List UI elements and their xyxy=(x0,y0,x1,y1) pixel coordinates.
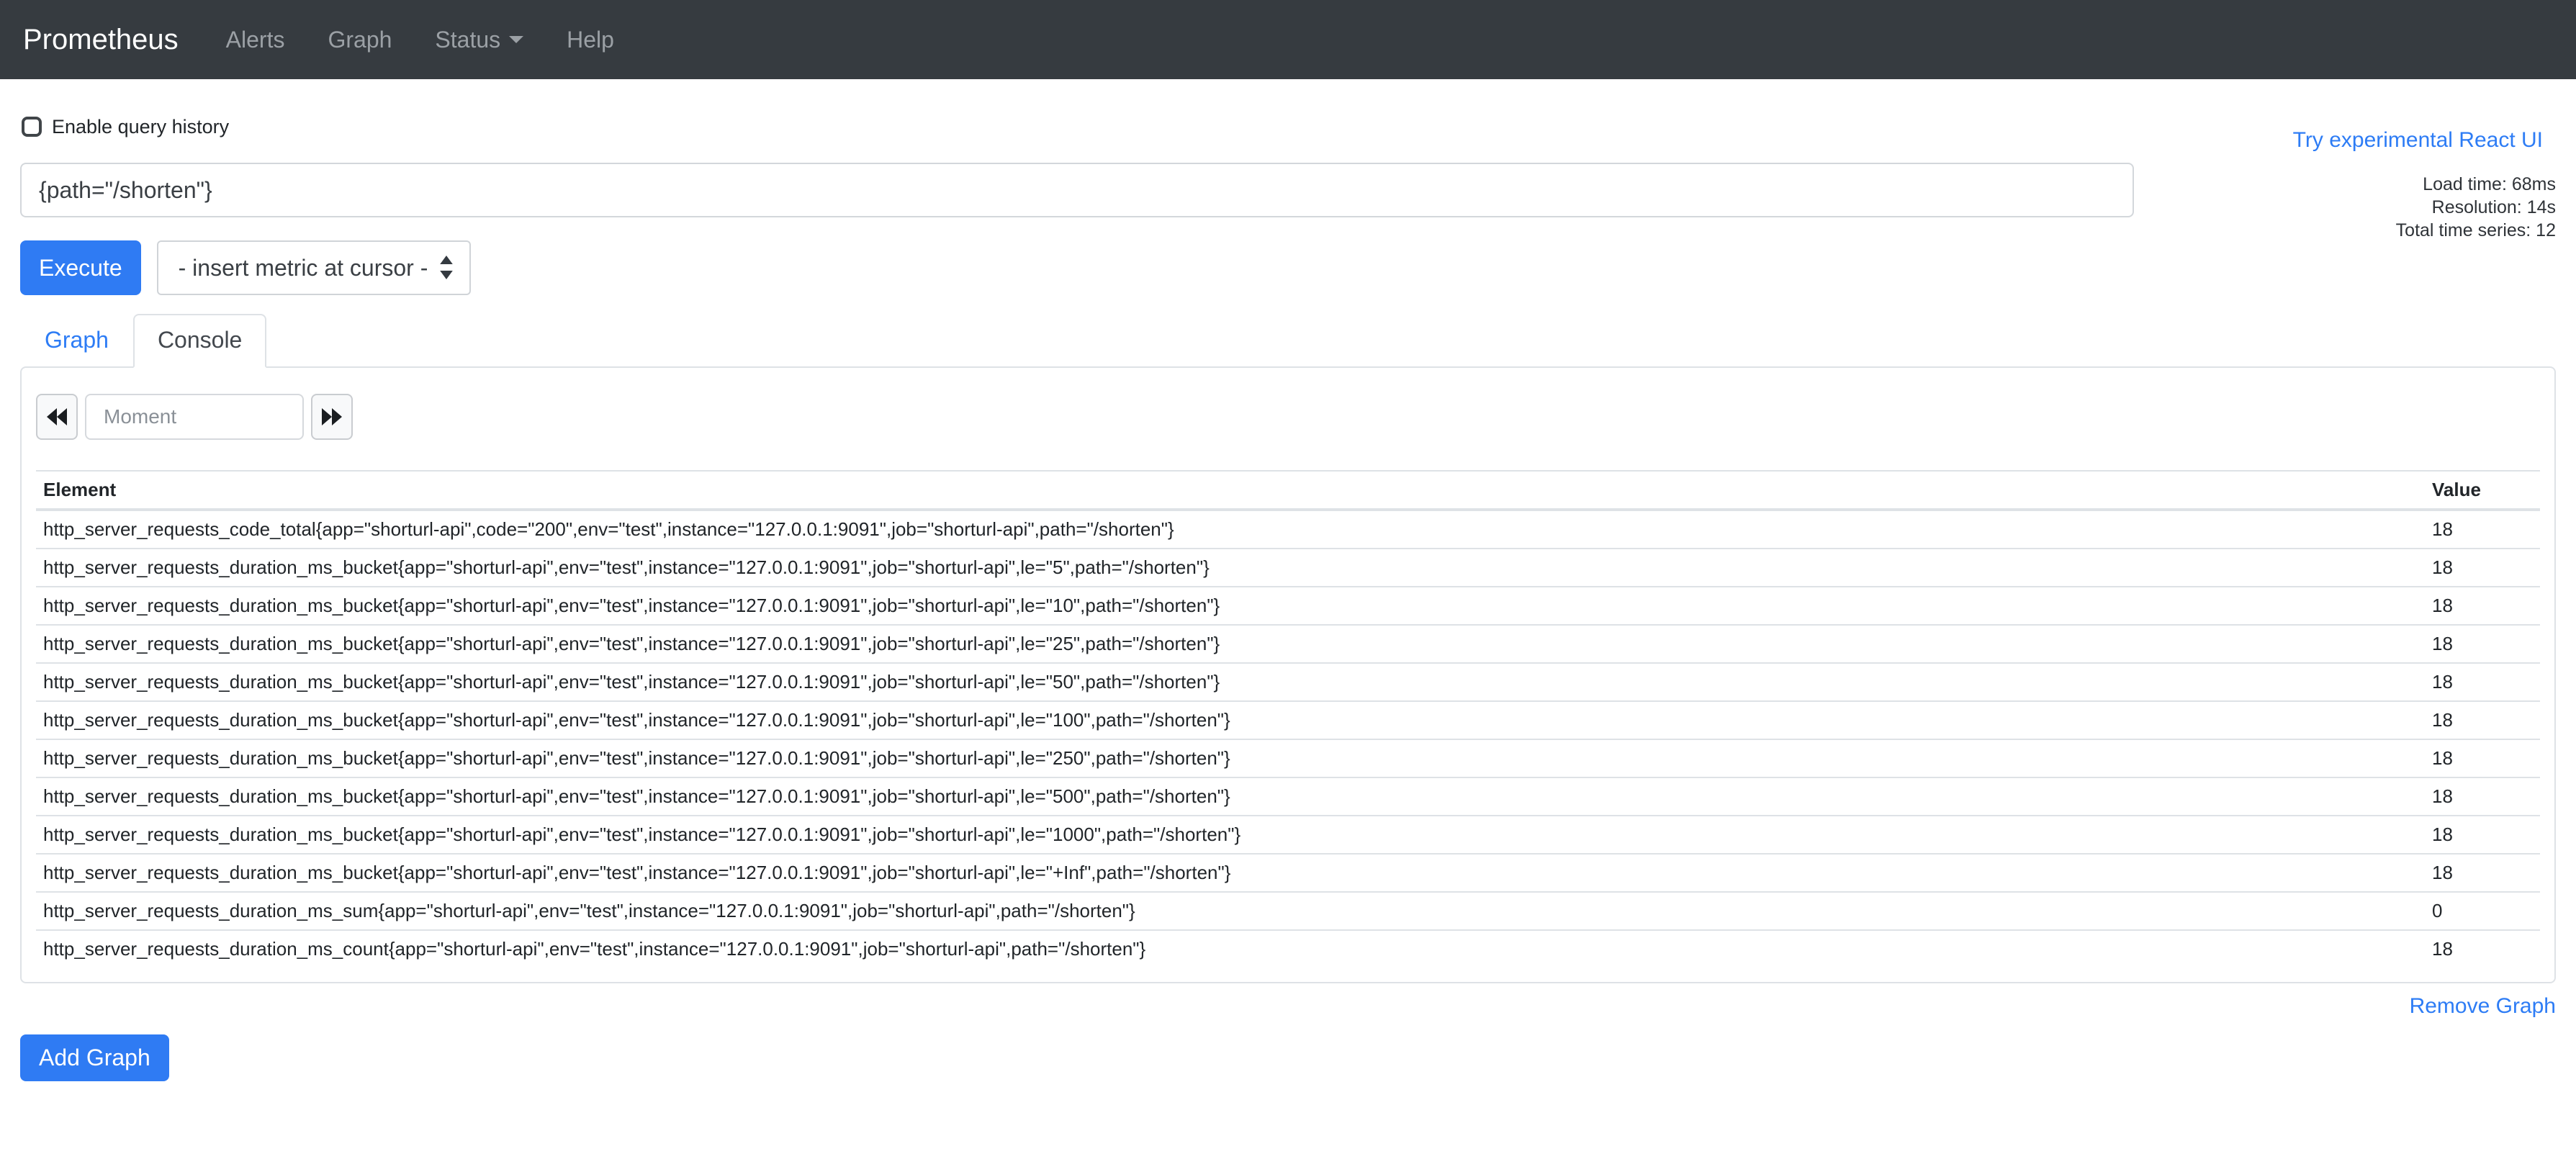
metric-element-cell: http_server_requests_duration_ms_sum{app… xyxy=(36,892,2425,930)
query-stats: Load time: 68ms Resolution: 14s Total ti… xyxy=(2134,173,2556,242)
query-area: Enable query history Execute - insert me… xyxy=(20,114,2556,295)
metric-value-cell: 18 xyxy=(2425,854,2540,892)
tab-graph[interactable]: Graph xyxy=(20,314,133,366)
execute-button[interactable]: Execute xyxy=(20,240,141,295)
console-results-table: Element Value http_server_requests_code_… xyxy=(36,470,2540,968)
metric-value-cell: 0 xyxy=(2425,892,2540,930)
moment-next-button[interactable] xyxy=(311,394,353,440)
query-left-column: Enable query history Execute - insert me… xyxy=(20,114,2134,295)
view-tabs: Graph Console xyxy=(20,314,2556,366)
query-right-column: Try experimental React UI Load time: 68m… xyxy=(2134,114,2556,295)
rewind-icon xyxy=(47,408,67,425)
metric-value-cell: 18 xyxy=(2425,549,2540,587)
brand-link[interactable]: Prometheus xyxy=(23,24,179,56)
add-graph-button[interactable]: Add Graph xyxy=(20,1034,169,1081)
metric-element-cell: http_server_requests_code_total{app="sho… xyxy=(36,510,2425,549)
console-table-body: http_server_requests_code_total{app="sho… xyxy=(36,510,2540,968)
moment-input[interactable] xyxy=(85,394,304,440)
console-panel: Element Value http_server_requests_code_… xyxy=(20,366,2556,983)
table-head: Element Value xyxy=(36,471,2540,510)
metric-element-cell: http_server_requests_duration_ms_bucket{… xyxy=(36,549,2425,587)
select-arrows-icon xyxy=(439,256,454,280)
value-column-header: Value xyxy=(2425,471,2540,510)
nav-item-status[interactable]: Status xyxy=(413,15,545,65)
table-row: http_server_requests_code_total{app="sho… xyxy=(36,510,2540,549)
metric-element-cell: http_server_requests_duration_ms_bucket{… xyxy=(36,701,2425,739)
enable-query-history-checkbox[interactable] xyxy=(22,117,42,137)
table-row: http_server_requests_duration_ms_bucket{… xyxy=(36,816,2540,854)
nav-item-graph[interactable]: Graph xyxy=(306,15,413,65)
metric-element-cell: http_server_requests_duration_ms_bucket{… xyxy=(36,587,2425,625)
table-row: http_server_requests_duration_ms_bucket{… xyxy=(36,663,2540,701)
moment-controls xyxy=(36,394,2540,440)
table-row: http_server_requests_duration_ms_bucket{… xyxy=(36,739,2540,777)
metric-element-cell: http_server_requests_duration_ms_bucket{… xyxy=(36,854,2425,892)
metric-element-cell: http_server_requests_duration_ms_bucket{… xyxy=(36,625,2425,663)
main-content: Enable query history Execute - insert me… xyxy=(0,114,2576,1110)
table-row: http_server_requests_duration_ms_bucket{… xyxy=(36,701,2540,739)
navbar: Prometheus Alerts Graph Status Help xyxy=(0,0,2576,79)
total-time-series-stat: Total time series: 12 xyxy=(2134,219,2556,242)
insert-metric-select[interactable]: - insert metric at cursor - xyxy=(157,240,471,295)
metric-value-cell: 18 xyxy=(2425,587,2540,625)
element-column-header: Element xyxy=(36,471,2425,510)
caret-down-icon xyxy=(509,36,523,43)
nav-item-alerts[interactable]: Alerts xyxy=(204,15,307,65)
metric-value-cell: 18 xyxy=(2425,663,2540,701)
table-row: http_server_requests_duration_ms_bucket{… xyxy=(36,854,2540,892)
metric-value-cell: 18 xyxy=(2425,816,2540,854)
table-row: http_server_requests_duration_ms_sum{app… xyxy=(36,892,2540,930)
nav-links: Alerts Graph Status Help xyxy=(204,15,636,65)
metric-value-cell: 18 xyxy=(2425,930,2540,968)
table-row: http_server_requests_duration_ms_count{a… xyxy=(36,930,2540,968)
table-row: http_server_requests_duration_ms_bucket{… xyxy=(36,777,2540,816)
tab-console[interactable]: Console xyxy=(133,314,266,368)
query-expression-input[interactable] xyxy=(20,163,2134,217)
metric-value-cell: 18 xyxy=(2425,739,2540,777)
metric-element-cell: http_server_requests_duration_ms_bucket{… xyxy=(36,739,2425,777)
resolution-stat: Resolution: 14s xyxy=(2134,196,2556,219)
nav-item-status-label: Status xyxy=(435,27,500,53)
load-time-stat: Load time: 68ms xyxy=(2134,173,2556,196)
remove-graph-row: Remove Graph xyxy=(20,992,2556,1019)
metric-value-cell: 18 xyxy=(2425,625,2540,663)
table-row: http_server_requests_duration_ms_bucket{… xyxy=(36,587,2540,625)
fast-forward-icon xyxy=(322,408,342,425)
metric-element-cell: http_server_requests_duration_ms_bucket{… xyxy=(36,663,2425,701)
nav-item-help[interactable]: Help xyxy=(545,15,636,65)
table-row: http_server_requests_duration_ms_bucket{… xyxy=(36,625,2540,663)
metric-value-cell: 18 xyxy=(2425,777,2540,816)
insert-metric-select-value: - insert metric at cursor - xyxy=(179,255,428,281)
enable-query-history-label: Enable query history xyxy=(52,116,229,138)
table-row: http_server_requests_duration_ms_bucket{… xyxy=(36,549,2540,587)
metric-value-cell: 18 xyxy=(2425,510,2540,549)
remove-graph-link[interactable]: Remove Graph xyxy=(2410,994,2556,1018)
execute-row: Execute - insert metric at cursor - xyxy=(20,240,2134,295)
metric-value-cell: 18 xyxy=(2425,701,2540,739)
query-history-row: Enable query history xyxy=(20,114,2134,140)
react-ui-link[interactable]: Try experimental React UI xyxy=(2293,128,2543,153)
prometheus-app: Prometheus Alerts Graph Status Help Enab… xyxy=(0,0,2576,1159)
metric-element-cell: http_server_requests_duration_ms_bucket{… xyxy=(36,777,2425,816)
metric-element-cell: http_server_requests_duration_ms_count{a… xyxy=(36,930,2425,968)
moment-prev-button[interactable] xyxy=(36,394,78,440)
metric-element-cell: http_server_requests_duration_ms_bucket{… xyxy=(36,816,2425,854)
